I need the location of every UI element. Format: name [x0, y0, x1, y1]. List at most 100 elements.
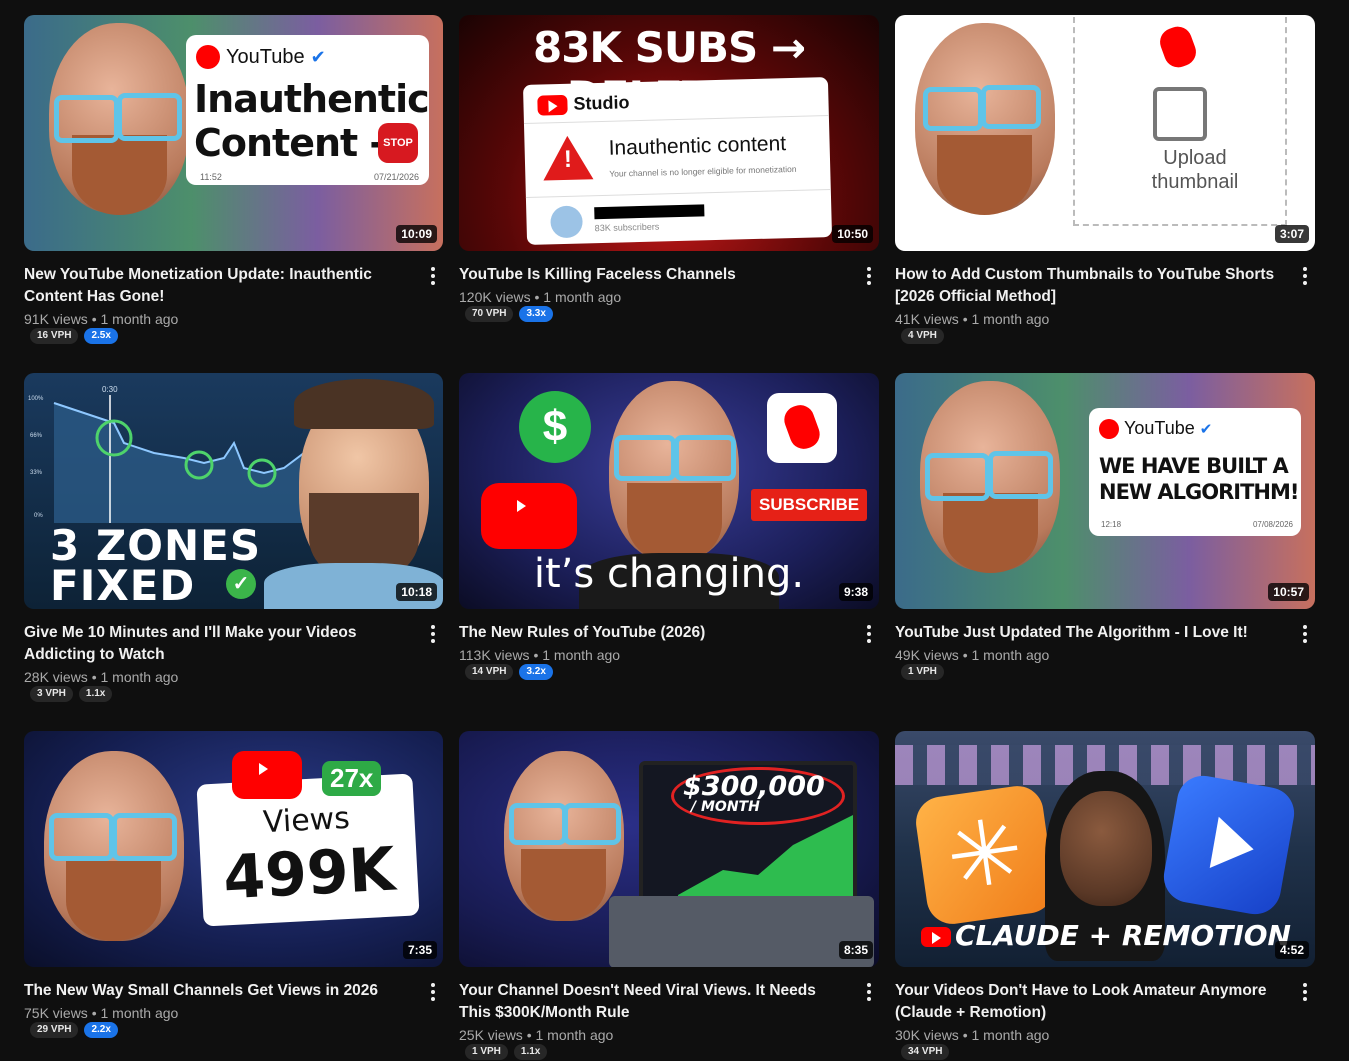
- video-title[interactable]: The New Rules of YouTube (2026): [459, 622, 843, 644]
- more-actions-icon[interactable]: [1295, 980, 1315, 1004]
- thumb-t: 0:30: [102, 385, 118, 394]
- view-count: 75K views: [24, 1005, 88, 1021]
- video-card[interactable]: $300,000 / MONTH 8:35 Your Channel Doesn…: [459, 731, 879, 1061]
- thumb-line2: NEW ALGORITHM!: [1099, 480, 1299, 504]
- video-card[interactable]: YouTube ✔ Inauthentic Content - STOP 11:…: [24, 15, 443, 373]
- video-title[interactable]: Give Me 10 Minutes and I'll Make your Vi…: [24, 622, 407, 666]
- thumb-mult: 27x: [322, 761, 382, 796]
- thumb-subs: 83K subscribers: [594, 221, 660, 234]
- more-actions-icon[interactable]: [1295, 622, 1315, 646]
- video-thumbnail[interactable]: $ SUBSCRIBE it’s changing. 9:38: [459, 373, 879, 609]
- video-duration: 10:18: [396, 583, 437, 601]
- video-title[interactable]: How to Add Custom Thumbnails to YouTube …: [895, 264, 1279, 308]
- video-thumbnail[interactable]: Upload thumbnail 3:07: [895, 15, 1315, 251]
- thumb-date: 07/21/2026: [373, 172, 419, 182]
- video-title[interactable]: The New Way Small Channels Get Views in …: [24, 980, 407, 1002]
- thumb-y0: 0%: [34, 513, 43, 519]
- video-card[interactable]: ✳ CLAUDE + REMOTION 4:52 Your Videos Don…: [895, 731, 1315, 1061]
- thumb-amount: $300,000: [683, 771, 825, 802]
- subscribe-button-graphic: SUBSCRIBE: [751, 489, 868, 521]
- thumb-brand: YouTube: [226, 45, 305, 68]
- youtube-studio-icon: [537, 94, 568, 116]
- laptop-keyboard: [609, 896, 874, 967]
- video-card[interactable]: Views 499K 27x 7:35 The New Way Small Ch…: [24, 731, 443, 1061]
- view-count: 49K views: [895, 647, 959, 663]
- video-duration: 7:35: [402, 941, 437, 959]
- vph-badge: 3 VPH: [30, 686, 73, 702]
- video-thumbnail[interactable]: YouTube ✔ Inauthentic Content - STOP 11:…: [24, 15, 443, 251]
- vph-badge: 16 VPH: [30, 328, 79, 344]
- youtube-logo-icon: [196, 45, 220, 69]
- check-circle-icon: ✓: [226, 569, 256, 599]
- video-card[interactable]: $ SUBSCRIBE it’s changing. 9:38 The New …: [459, 373, 879, 731]
- thumb-thumbnail-label: thumbnail: [1151, 171, 1239, 193]
- more-actions-icon[interactable]: [423, 980, 443, 1004]
- thumb-warning: Inauthentic content: [608, 132, 787, 160]
- thumb-y66: 66%: [30, 433, 43, 439]
- more-actions-icon[interactable]: [423, 264, 443, 288]
- stop-label: STOP: [383, 137, 413, 149]
- thumb-time: 11:52: [200, 172, 222, 182]
- video-title[interactable]: New YouTube Monetization Update: Inauthe…: [24, 264, 407, 308]
- youtube-play-icon: [232, 751, 302, 799]
- vph-badge: 34 VPH: [901, 1044, 950, 1060]
- video-card[interactable]: YouTube ✔ WE HAVE BUILT A NEW ALGORITHM!…: [895, 373, 1315, 731]
- thumb-caption: CLAUDE + REMOTION: [955, 919, 1291, 952]
- redacted-bar: [594, 204, 705, 220]
- video-card[interactable]: 0:30 100% 66% 33% 0% 3 ZONES FIXED ✓ 10:…: [24, 373, 443, 731]
- view-count: 113K views: [459, 647, 530, 663]
- video-title[interactable]: Your Channel Doesn't Need Viral Views. I…: [459, 980, 843, 1024]
- video-thumbnail[interactable]: 83K SUBS → DELETED Studio ! Inauthentic …: [459, 15, 879, 251]
- upload-age: 1 month ago: [535, 1027, 614, 1043]
- more-actions-icon[interactable]: [859, 980, 879, 1004]
- thumb-brand: YouTube: [1124, 418, 1195, 438]
- youtube-play-icon: [481, 483, 577, 549]
- warning-icon: !: [542, 135, 594, 181]
- view-count: 30K views: [895, 1027, 959, 1043]
- video-title[interactable]: Your Videos Don't Have to Look Amateur A…: [895, 980, 1279, 1024]
- multiplier-badge: 1.1x: [78, 686, 113, 702]
- thumb-y100: 100%: [28, 396, 44, 402]
- view-count: 120K views: [459, 289, 531, 305]
- thumb-time: 12:18: [1101, 520, 1122, 529]
- vph-badge: 1 VPH: [465, 1044, 508, 1060]
- multiplier-badge: 3.3x: [519, 306, 553, 322]
- video-title[interactable]: YouTube Is Killing Faceless Channels: [459, 264, 843, 286]
- video-duration: 4:52: [1274, 941, 1309, 959]
- video-duration: 10:57: [1268, 583, 1309, 601]
- thumb-upload: Upload: [1163, 147, 1227, 169]
- youtube-logo-icon: [1099, 418, 1119, 439]
- video-thumbnail[interactable]: 0:30 100% 66% 33% 0% 3 ZONES FIXED ✓ 10:…: [24, 373, 443, 609]
- more-actions-icon[interactable]: [859, 264, 879, 288]
- thumb-date: 07/08/2026: [1252, 520, 1293, 529]
- video-duration: 10:09: [396, 225, 437, 243]
- video-thumbnail[interactable]: Views 499K 27x 7:35: [24, 731, 443, 967]
- upload-age: 1 month ago: [971, 647, 1050, 663]
- more-actions-icon[interactable]: [423, 622, 443, 646]
- upload-age: 1 month ago: [100, 1005, 179, 1021]
- video-thumbnail[interactable]: YouTube ✔ WE HAVE BUILT A NEW ALGORITHM!…: [895, 373, 1315, 609]
- thumb-per: / MONTH: [691, 799, 760, 815]
- vph-badge: 1 VPH: [901, 664, 944, 680]
- upload-age: 1 month ago: [971, 311, 1050, 327]
- vph-badge: 29 VPH: [30, 1022, 79, 1038]
- youtube-play-icon: [921, 927, 951, 947]
- view-count: 41K views: [895, 311, 959, 327]
- claude-app-icon: ✳: [912, 782, 1058, 928]
- multiplier-badge: 3.2x: [519, 664, 553, 680]
- thumb-y33: 33%: [30, 470, 43, 476]
- video-thumbnail[interactable]: ✳ CLAUDE + REMOTION 4:52: [895, 731, 1315, 967]
- more-actions-icon[interactable]: [859, 622, 879, 646]
- view-count: 28K views: [24, 669, 88, 685]
- video-card[interactable]: 83K SUBS → DELETED Studio ! Inauthentic …: [459, 15, 879, 373]
- video-title[interactable]: YouTube Just Updated The Algorithm - I L…: [895, 622, 1279, 644]
- thumb-detail: Your channel is no longer eligible for m…: [609, 163, 797, 179]
- video-card[interactable]: Upload thumbnail 3:07 How to Add Custom …: [895, 15, 1315, 373]
- video-thumbnail[interactable]: $300,000 / MONTH 8:35: [459, 731, 879, 967]
- video-duration: 8:35: [838, 941, 873, 959]
- verified-icon: ✔: [1199, 420, 1213, 438]
- thumb-line1: WE HAVE BUILT A: [1099, 454, 1289, 478]
- upload-age: 1 month ago: [971, 1027, 1050, 1043]
- vph-badge: 14 VPH: [465, 664, 514, 680]
- more-actions-icon[interactable]: [1295, 264, 1315, 288]
